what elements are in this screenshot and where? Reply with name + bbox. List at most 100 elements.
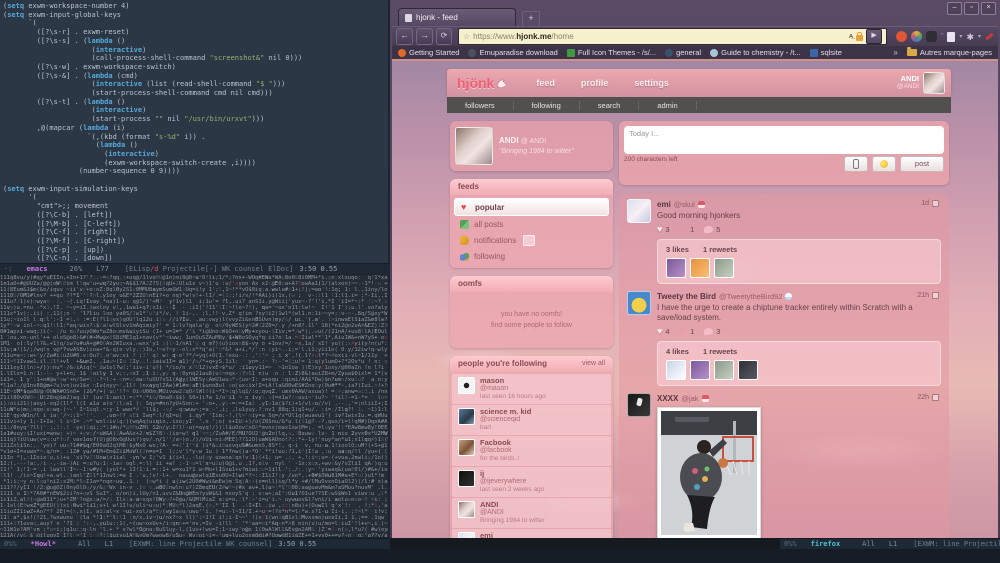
post-menu-icon[interactable] — [932, 200, 939, 207]
liker-avatar[interactable] — [666, 258, 686, 278]
person-handle[interactable]: @facbook — [480, 447, 520, 455]
avatar[interactable] — [627, 291, 651, 315]
person-row[interactable]: emi@skulWorking on hjonk — [452, 529, 611, 538]
feed-item-notifications[interactable]: notifications — [454, 233, 609, 248]
chevron-down-icon[interactable]: ▾ — [959, 33, 962, 40]
person-name[interactable]: emi — [480, 532, 530, 539]
feed-item-popular[interactable]: ♥ popular — [454, 198, 609, 216]
translate-icon[interactable]: ᴀ̲ — [849, 33, 853, 40]
oomfs-hint-text[interactable]: find some people to follow — [491, 320, 572, 331]
post-menu-icon[interactable] — [932, 292, 939, 299]
ascii-art-buffer[interactable]: l11q8vu/y(#qy*uEIIn,+In+1?'?;.-=v?qq,:+u… — [0, 275, 388, 537]
minimize-button[interactable]: – — [947, 2, 962, 15]
post-author-handle[interactable]: @jak — [681, 393, 698, 404]
post-author-name[interactable]: XXXX — [657, 393, 678, 404]
like-button[interactable]: ♥ 4 — [657, 326, 670, 336]
bookmarks-menu-icon[interactable]: ✱ — [966, 32, 974, 42]
post-author-name[interactable]: Tweety the Bird — [657, 291, 716, 302]
new-tab-button[interactable]: + — [522, 11, 540, 27]
extension-icon[interactable] — [926, 31, 938, 42]
developer-wrench-icon[interactable] — [985, 32, 994, 41]
site-logo[interactable]: hjönk — [457, 75, 508, 91]
reweet-button[interactable]: ⟳ 1 — [680, 326, 695, 337]
liker-avatar[interactable] — [714, 360, 734, 380]
person-name[interactable]: ij — [480, 470, 544, 478]
feed-item-all-posts[interactable]: all posts — [454, 217, 609, 232]
bookmark-item[interactable]: Guide to chemistry - /t... — [710, 48, 801, 57]
person-row[interactable]: mason @mason last seen 16 hours ago — [452, 374, 611, 404]
person-handle[interactable]: @ANDI — [480, 509, 545, 517]
chevron-down-icon[interactable]: ▾ — [978, 33, 981, 40]
liker-avatar[interactable] — [714, 258, 734, 278]
forward-button[interactable]: → — [416, 28, 433, 45]
feed-item-following[interactable]: following — [454, 249, 609, 264]
comment-button[interactable]: 3 — [704, 327, 720, 336]
person-handle[interactable]: @ijeverywhere — [480, 478, 544, 486]
person-name[interactable]: mason — [480, 377, 546, 385]
post-photo[interactable] — [657, 407, 761, 538]
post-button[interactable]: post — [900, 156, 944, 172]
header-user[interactable]: ANDI @ANDI — [897, 72, 951, 94]
person-row[interactable]: ij @ijeverywhere last seen 2 weeks ago — [452, 467, 611, 497]
reload-button[interactable]: ⟳ — [436, 28, 452, 45]
subnav-link-admin[interactable]: admin — [639, 100, 697, 110]
lock-icon[interactable] — [856, 32, 864, 41]
subnav-link-following[interactable]: following — [514, 100, 580, 110]
code-line: (start-process-shell-command cmd nil cmd… — [3, 89, 273, 98]
browser-tab[interactable]: hjonk - feed — [398, 8, 516, 26]
person-row[interactable]: Facbook @facbook for the birds..! — [452, 436, 611, 466]
avatar[interactable] — [627, 199, 651, 223]
subnav-link-search[interactable]: search — [580, 100, 640, 110]
comment-button[interactable]: 5 — [704, 225, 720, 234]
liker-avatar[interactable] — [690, 258, 710, 278]
page-actions-icon[interactable] — [947, 31, 956, 42]
person-handle[interactable]: @scienceqid — [480, 416, 531, 424]
emoji-button[interactable] — [872, 156, 896, 172]
colorwheel-addon-icon[interactable] — [911, 31, 923, 42]
bookmarks-overflow-chevron[interactable]: » — [893, 48, 897, 57]
bookmark-item[interactable]: sqlsite — [809, 48, 842, 57]
avatar[interactable] — [627, 393, 651, 417]
nav-link-profile[interactable]: profile — [581, 78, 609, 88]
maximize-button[interactable]: ▫ — [964, 2, 979, 15]
liker-avatar[interactable] — [738, 360, 758, 380]
person-row[interactable]: ANDI @ANDI Bringing 1984 to witter — [452, 498, 611, 528]
close-button[interactable]: × — [981, 2, 996, 15]
go-button[interactable]: ▶ — [866, 29, 883, 44]
person-status: for the birds..! — [480, 455, 520, 462]
post-author-handle[interactable]: @skul — [674, 199, 695, 210]
bookmark-item[interactable]: Getting Started — [398, 48, 459, 57]
ascii-line: 121A(/v& $ @iluqyI I!l ~'1 : )?:1iuiyu1A… — [0, 533, 388, 537]
code-line: (exwm-workspace-switch-create ,i)))) — [3, 158, 256, 167]
compose-input[interactable]: Today I... — [624, 126, 944, 154]
emacs-code-buffer[interactable]: (setq exwm-workspace-number 4) (setq exwm… — [0, 0, 388, 263]
nav-link-settings[interactable]: settings — [634, 78, 669, 88]
bookmark-item[interactable]: general — [665, 48, 701, 57]
bookmark-star-icon[interactable]: ☆ — [463, 32, 470, 41]
nav-link-feed[interactable]: feed — [536, 78, 555, 88]
person-name[interactable]: science m. kid — [480, 408, 531, 416]
person-handle[interactable]: @mason — [480, 385, 546, 393]
back-button[interactable]: ← — [396, 28, 413, 45]
other-bookmarks-folder[interactable]: Autres marque-pages — [906, 47, 992, 57]
ublock-icon[interactable] — [896, 31, 908, 42]
post-menu-icon[interactable] — [932, 394, 939, 401]
bookmark-item[interactable]: Full Icon Themes - /s/... — [566, 48, 656, 57]
dunk-photo[interactable] — [661, 411, 757, 535]
url-bar[interactable]: ☆ https://www.hjonk.me/home ᴀ̲ ▶ — [458, 28, 888, 45]
like-button[interactable]: ♥ 3 — [657, 224, 670, 234]
avatar[interactable] — [923, 72, 945, 94]
liker-avatar[interactable] — [690, 360, 710, 380]
reweet-button[interactable]: ⟳ 1 — [680, 224, 695, 235]
person-row[interactable]: science m. kid @scienceqid bart — [452, 405, 611, 435]
avatar[interactable] — [455, 127, 493, 165]
subnav-link-followers[interactable]: followers — [447, 100, 514, 110]
view-all-link[interactable]: view all — [582, 356, 605, 372]
liker-avatar[interactable] — [666, 360, 686, 380]
post-author-name[interactable]: emi — [657, 199, 671, 210]
person-name[interactable]: Facbook — [480, 439, 520, 447]
attach-button[interactable] — [844, 156, 868, 172]
person-name[interactable]: ANDI — [480, 501, 545, 509]
post-author-handle[interactable]: @TweetytheBird92 — [719, 291, 782, 302]
bookmark-item[interactable]: Emuparadise download — [468, 48, 558, 57]
